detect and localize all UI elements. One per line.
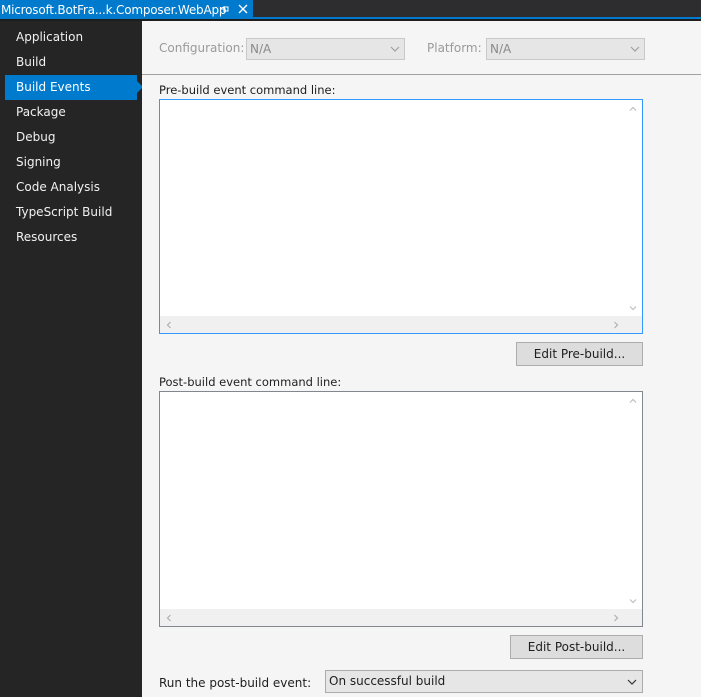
sidebar-item-typescript-build[interactable]: TypeScript Build: [5, 200, 137, 225]
prebuild-horizontal-scrollbar[interactable]: [160, 316, 625, 333]
sidebar-item-build[interactable]: Build: [5, 50, 137, 75]
scroll-right-icon[interactable]: [612, 321, 620, 329]
scroll-down-icon[interactable]: [629, 304, 637, 312]
run-post-build-dropdown[interactable]: On successful build: [325, 670, 643, 693]
platform-dropdown: N/A: [486, 38, 645, 60]
postbuild-horizontal-scrollbar[interactable]: [160, 609, 625, 626]
run-post-build-value: On successful build: [329, 674, 446, 688]
prebuild-command-textarea[interactable]: [159, 99, 643, 334]
scrollbar-corner: [625, 609, 642, 626]
header-divider: [142, 74, 701, 75]
chevron-down-icon[interactable]: [627, 678, 637, 686]
edit-postbuild-button[interactable]: Edit Post-build...: [510, 635, 643, 659]
configuration-label: Configuration:: [159, 41, 245, 55]
scroll-down-icon[interactable]: [629, 597, 637, 605]
sidebar-item-application[interactable]: Application: [5, 25, 137, 50]
chevron-down-icon: [630, 46, 640, 52]
sidebar-item-debug[interactable]: Debug: [5, 125, 137, 150]
scroll-right-icon[interactable]: [612, 614, 620, 622]
sidebar-item-signing[interactable]: Signing: [5, 150, 137, 175]
platform-label: Platform:: [427, 41, 482, 55]
prebuild-vertical-scrollbar[interactable]: [625, 100, 642, 316]
build-events-page: Configuration: N/A Platform: N/A Pre-bui…: [142, 21, 701, 697]
close-icon[interactable]: [236, 2, 250, 16]
postbuild-vertical-scrollbar[interactable]: [625, 392, 642, 609]
postbuild-label: Post-build event command line:: [159, 375, 342, 389]
configuration-dropdown: N/A: [246, 38, 405, 60]
pin-icon[interactable]: [218, 3, 230, 15]
tab-title: Microsoft.BotFra...k.Composer.WebApp: [1, 2, 227, 17]
sidebar-item-build-events[interactable]: Build Events: [5, 75, 143, 100]
prebuild-label: Pre-build event command line:: [159, 83, 336, 97]
sidebar-item-resources[interactable]: Resources: [5, 225, 137, 250]
chevron-down-icon: [390, 46, 400, 52]
configuration-value: N/A: [250, 42, 272, 56]
platform-value: N/A: [490, 42, 512, 56]
sidebar-item-code-analysis[interactable]: Code Analysis: [5, 175, 137, 200]
project-properties-tab[interactable]: Microsoft.BotFra...k.Composer.WebApp: [0, 0, 253, 19]
postbuild-command-textarea[interactable]: [159, 391, 643, 627]
scroll-left-icon[interactable]: [165, 614, 173, 622]
scroll-up-icon[interactable]: [629, 397, 637, 405]
sidebar-item-package[interactable]: Package: [5, 100, 137, 125]
run-post-build-label: Run the post-build event:: [159, 676, 312, 690]
property-pages-sidebar: Application Build Build Events Package D…: [0, 21, 143, 697]
edit-prebuild-button[interactable]: Edit Pre-build...: [516, 342, 643, 366]
scroll-left-icon[interactable]: [165, 321, 173, 329]
scrollbar-corner: [625, 316, 642, 333]
scroll-up-icon[interactable]: [629, 105, 637, 113]
document-tab-strip: Microsoft.BotFra...k.Composer.WebApp: [0, 0, 701, 19]
